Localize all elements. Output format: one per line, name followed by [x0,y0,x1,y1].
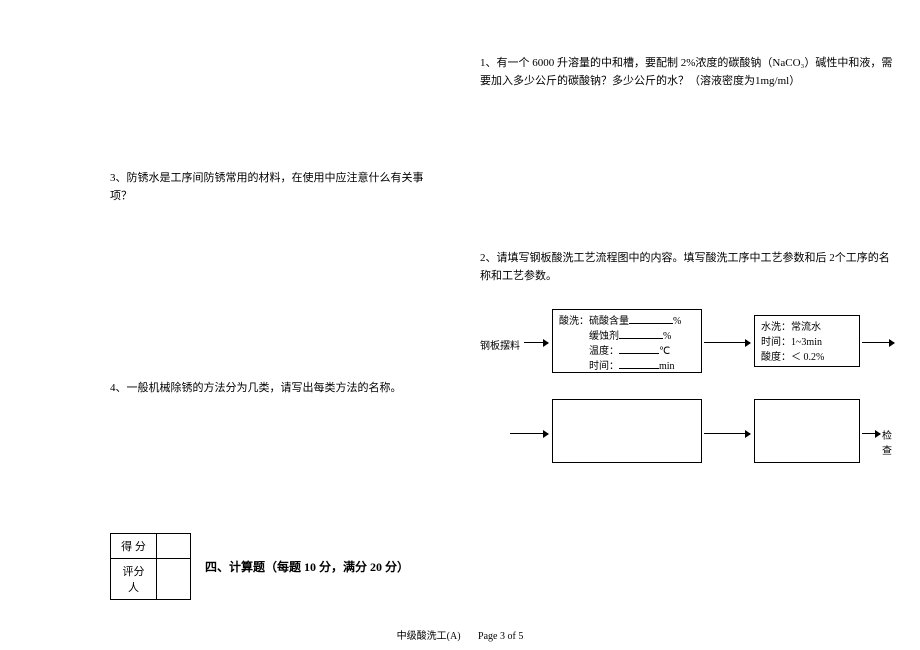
question-calc-1: 1、有一个 6000 升溶量的中和槽，要配制 2%浓度的碳酸钠（NaCO₃）碱性… [480,55,900,90]
score-value-cell [157,533,191,558]
table-row: 得 分 [111,533,191,558]
process-flow-diagram: 钢板摆料 酸洗：硫酸含量% 缓蚀剂% 温度： ℃ 时间： min 水洗：常流水 时间… [480,305,900,485]
question-3: 3、防锈水是工序间防锈常用的材料，在使用中应注意什么有关事项？ [110,170,430,205]
grader-value-cell [157,558,191,599]
wash-l2: 时间：1~3min [761,335,853,350]
blank-field[interactable] [619,344,659,354]
grader-label: 评分人 [111,558,157,599]
arrow-icon [704,433,750,434]
section-4-header: 得 分 评分人 四、计算题（每题 10 分，满分 20 分） [110,533,430,600]
empty-step-box-2[interactable] [754,399,860,463]
footer-page-number: Page 3 of 5 [478,631,523,642]
diagram-output-label: 检查 [882,427,900,457]
arrow-icon [862,342,894,343]
arrow-icon [510,433,548,434]
question-calc-2: 2、请填写钢板酸洗工艺流程图中的内容。填写酸洗工序中工艺参数和后 2个工序的名称… [480,250,900,285]
arrow-icon [524,342,548,343]
acid-l2a: 缓蚀剂 [589,331,619,342]
acid-l3a: 温度： [589,346,619,357]
acid-l1b: % [673,316,681,327]
empty-step-box-1[interactable] [552,399,702,463]
blank-field[interactable] [619,359,659,369]
score-table: 得 分 评分人 [110,533,191,600]
blank-field[interactable] [619,329,663,339]
arrow-icon [704,342,750,343]
blank-field[interactable] [629,314,673,324]
question-4: 4、一般机械除锈的方法分为几类，请写出每类方法的名称。 [110,380,430,398]
score-label: 得 分 [111,533,157,558]
acid-l3b: ℃ [659,346,670,357]
acid-l4b: min [659,361,675,372]
page-footer: 中级酸洗工(A) Page 3 of 5 [0,627,920,642]
acid-wash-box: 酸洗：硫酸含量% 缓蚀剂% 温度： ℃ 时间： min [552,309,702,373]
wash-l1: 水洗：常流水 [761,320,853,335]
table-row: 评分人 [111,558,191,599]
water-wash-box: 水洗：常流水 时间：1~3min 酸度：＜ 0.2% [754,315,860,367]
wash-l3: 酸度：＜ 0.2% [761,350,853,365]
acid-l4a: 时间： [589,361,619,372]
footer-doc-name: 中级酸洗工(A) [397,631,461,642]
acid-l2b: % [663,331,671,342]
diagram-input-label: 钢板摆料 [480,337,520,352]
acid-l1a: 酸洗：硫酸含量 [559,316,629,327]
section-4-title: 四、计算题（每题 10 分，满分 20 分） [205,558,409,575]
arrow-icon [862,433,880,434]
